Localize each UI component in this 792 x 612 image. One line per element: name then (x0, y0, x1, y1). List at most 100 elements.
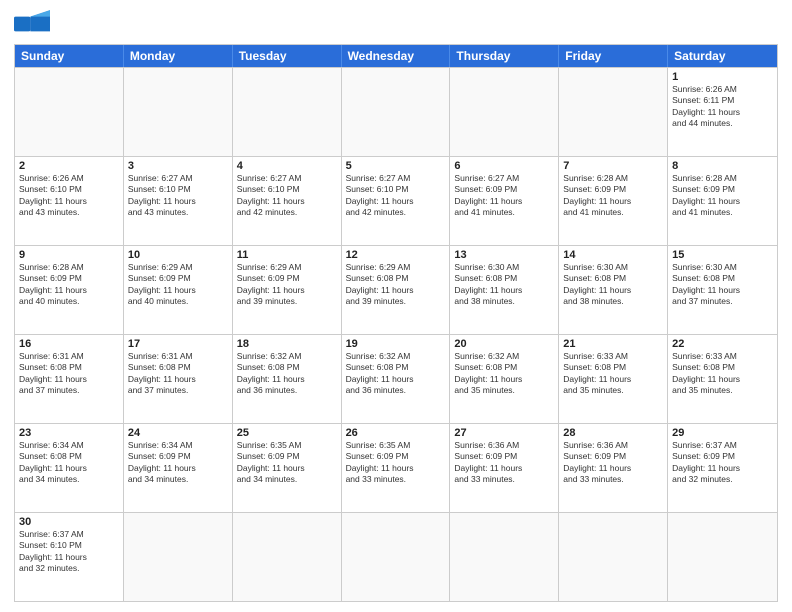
cal-cell: 5Sunrise: 6:27 AM Sunset: 6:10 PM Daylig… (342, 157, 451, 245)
day-number: 29 (672, 427, 773, 439)
calendar-body: 1Sunrise: 6:26 AM Sunset: 6:11 PM Daylig… (15, 67, 777, 601)
cal-cell (124, 68, 233, 156)
logo (14, 10, 54, 38)
cal-cell: 13Sunrise: 6:30 AM Sunset: 6:08 PM Dayli… (450, 246, 559, 334)
day-number: 13 (454, 249, 554, 261)
day-number: 9 (19, 249, 119, 261)
header-day-saturday: Saturday (668, 45, 777, 67)
day-number: 8 (672, 160, 773, 172)
cal-cell: 15Sunrise: 6:30 AM Sunset: 6:08 PM Dayli… (668, 246, 777, 334)
calendar-header: SundayMondayTuesdayWednesdayThursdayFrid… (15, 45, 777, 67)
day-number: 15 (672, 249, 773, 261)
day-info: Sunrise: 6:27 AM Sunset: 6:10 PM Dayligh… (346, 173, 446, 219)
week-row-5: 30Sunrise: 6:37 AM Sunset: 6:10 PM Dayli… (15, 512, 777, 601)
day-number: 21 (563, 338, 663, 350)
day-info: Sunrise: 6:36 AM Sunset: 6:09 PM Dayligh… (563, 440, 663, 486)
cal-cell (342, 68, 451, 156)
day-number: 12 (346, 249, 446, 261)
day-number: 28 (563, 427, 663, 439)
day-info: Sunrise: 6:34 AM Sunset: 6:08 PM Dayligh… (19, 440, 119, 486)
cal-cell: 10Sunrise: 6:29 AM Sunset: 6:09 PM Dayli… (124, 246, 233, 334)
header-day-friday: Friday (559, 45, 668, 67)
day-info: Sunrise: 6:31 AM Sunset: 6:08 PM Dayligh… (128, 351, 228, 397)
day-number: 2 (19, 160, 119, 172)
cal-cell: 16Sunrise: 6:31 AM Sunset: 6:08 PM Dayli… (15, 335, 124, 423)
header-day-monday: Monday (124, 45, 233, 67)
header-day-tuesday: Tuesday (233, 45, 342, 67)
day-number: 20 (454, 338, 554, 350)
header-day-thursday: Thursday (450, 45, 559, 67)
cal-cell (233, 513, 342, 601)
cal-cell: 3Sunrise: 6:27 AM Sunset: 6:10 PM Daylig… (124, 157, 233, 245)
week-row-1: 2Sunrise: 6:26 AM Sunset: 6:10 PM Daylig… (15, 156, 777, 245)
day-info: Sunrise: 6:34 AM Sunset: 6:09 PM Dayligh… (128, 440, 228, 486)
cal-cell: 21Sunrise: 6:33 AM Sunset: 6:08 PM Dayli… (559, 335, 668, 423)
day-info: Sunrise: 6:28 AM Sunset: 6:09 PM Dayligh… (563, 173, 663, 219)
cal-cell: 14Sunrise: 6:30 AM Sunset: 6:08 PM Dayli… (559, 246, 668, 334)
cal-cell: 8Sunrise: 6:28 AM Sunset: 6:09 PM Daylig… (668, 157, 777, 245)
day-info: Sunrise: 6:26 AM Sunset: 6:11 PM Dayligh… (672, 84, 773, 130)
header (14, 10, 778, 38)
cal-cell: 12Sunrise: 6:29 AM Sunset: 6:08 PM Dayli… (342, 246, 451, 334)
day-info: Sunrise: 6:26 AM Sunset: 6:10 PM Dayligh… (19, 173, 119, 219)
day-number: 25 (237, 427, 337, 439)
day-info: Sunrise: 6:30 AM Sunset: 6:08 PM Dayligh… (454, 262, 554, 308)
day-info: Sunrise: 6:31 AM Sunset: 6:08 PM Dayligh… (19, 351, 119, 397)
cal-cell: 19Sunrise: 6:32 AM Sunset: 6:08 PM Dayli… (342, 335, 451, 423)
day-info: Sunrise: 6:28 AM Sunset: 6:09 PM Dayligh… (672, 173, 773, 219)
day-number: 3 (128, 160, 228, 172)
week-row-4: 23Sunrise: 6:34 AM Sunset: 6:08 PM Dayli… (15, 423, 777, 512)
day-number: 30 (19, 516, 119, 528)
day-number: 14 (563, 249, 663, 261)
cal-cell: 6Sunrise: 6:27 AM Sunset: 6:09 PM Daylig… (450, 157, 559, 245)
day-info: Sunrise: 6:35 AM Sunset: 6:09 PM Dayligh… (237, 440, 337, 486)
day-number: 10 (128, 249, 228, 261)
cal-cell: 29Sunrise: 6:37 AM Sunset: 6:09 PM Dayli… (668, 424, 777, 512)
day-number: 19 (346, 338, 446, 350)
day-info: Sunrise: 6:29 AM Sunset: 6:09 PM Dayligh… (237, 262, 337, 308)
page: SundayMondayTuesdayWednesdayThursdayFrid… (0, 0, 792, 612)
week-row-2: 9Sunrise: 6:28 AM Sunset: 6:09 PM Daylig… (15, 245, 777, 334)
day-info: Sunrise: 6:33 AM Sunset: 6:08 PM Dayligh… (672, 351, 773, 397)
day-number: 6 (454, 160, 554, 172)
cal-cell (559, 513, 668, 601)
cal-cell: 25Sunrise: 6:35 AM Sunset: 6:09 PM Dayli… (233, 424, 342, 512)
cal-cell: 24Sunrise: 6:34 AM Sunset: 6:09 PM Dayli… (124, 424, 233, 512)
day-number: 1 (672, 71, 773, 83)
day-number: 17 (128, 338, 228, 350)
cal-cell: 2Sunrise: 6:26 AM Sunset: 6:10 PM Daylig… (15, 157, 124, 245)
day-number: 18 (237, 338, 337, 350)
day-info: Sunrise: 6:29 AM Sunset: 6:09 PM Dayligh… (128, 262, 228, 308)
week-row-3: 16Sunrise: 6:31 AM Sunset: 6:08 PM Dayli… (15, 334, 777, 423)
day-number: 11 (237, 249, 337, 261)
cal-cell (450, 513, 559, 601)
cal-cell: 27Sunrise: 6:36 AM Sunset: 6:09 PM Dayli… (450, 424, 559, 512)
day-number: 24 (128, 427, 228, 439)
day-info: Sunrise: 6:27 AM Sunset: 6:10 PM Dayligh… (128, 173, 228, 219)
day-info: Sunrise: 6:29 AM Sunset: 6:08 PM Dayligh… (346, 262, 446, 308)
day-number: 7 (563, 160, 663, 172)
day-number: 22 (672, 338, 773, 350)
day-info: Sunrise: 6:27 AM Sunset: 6:09 PM Dayligh… (454, 173, 554, 219)
cal-cell (668, 513, 777, 601)
cal-cell: 23Sunrise: 6:34 AM Sunset: 6:08 PM Dayli… (15, 424, 124, 512)
generalblue-logo-icon (14, 10, 50, 38)
cal-cell: 22Sunrise: 6:33 AM Sunset: 6:08 PM Dayli… (668, 335, 777, 423)
cal-cell (124, 513, 233, 601)
cal-cell (342, 513, 451, 601)
header-day-sunday: Sunday (15, 45, 124, 67)
cal-cell: 26Sunrise: 6:35 AM Sunset: 6:09 PM Dayli… (342, 424, 451, 512)
day-info: Sunrise: 6:32 AM Sunset: 6:08 PM Dayligh… (454, 351, 554, 397)
cal-cell: 18Sunrise: 6:32 AM Sunset: 6:08 PM Dayli… (233, 335, 342, 423)
day-number: 23 (19, 427, 119, 439)
day-number: 27 (454, 427, 554, 439)
day-info: Sunrise: 6:33 AM Sunset: 6:08 PM Dayligh… (563, 351, 663, 397)
cal-cell: 11Sunrise: 6:29 AM Sunset: 6:09 PM Dayli… (233, 246, 342, 334)
cal-cell: 1Sunrise: 6:26 AM Sunset: 6:11 PM Daylig… (668, 68, 777, 156)
week-row-0: 1Sunrise: 6:26 AM Sunset: 6:11 PM Daylig… (15, 67, 777, 156)
cal-cell: 4Sunrise: 6:27 AM Sunset: 6:10 PM Daylig… (233, 157, 342, 245)
day-number: 5 (346, 160, 446, 172)
day-info: Sunrise: 6:32 AM Sunset: 6:08 PM Dayligh… (346, 351, 446, 397)
day-info: Sunrise: 6:37 AM Sunset: 6:10 PM Dayligh… (19, 529, 119, 575)
day-info: Sunrise: 6:30 AM Sunset: 6:08 PM Dayligh… (672, 262, 773, 308)
